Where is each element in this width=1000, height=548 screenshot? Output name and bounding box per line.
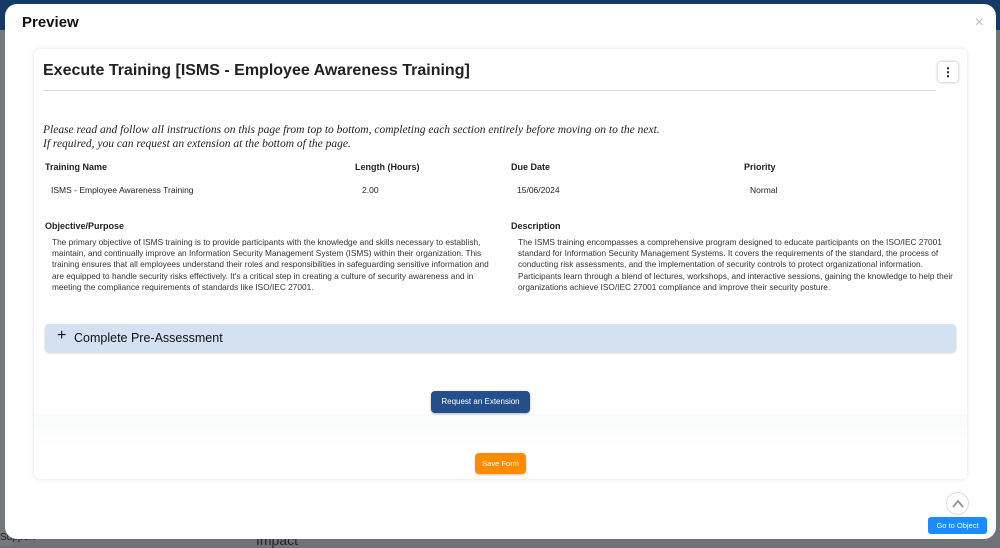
preview-modal: Preview × Execute Training [ISMS - Emplo… xyxy=(5,4,996,539)
training-name-value: ISMS - Employee Awareness Training xyxy=(51,185,194,195)
plus-icon: + xyxy=(57,327,67,344)
accordion-label: Complete Pre-Assessment xyxy=(74,331,223,345)
length-label: Length (Hours) xyxy=(355,162,420,172)
close-icon[interactable]: × xyxy=(975,14,984,32)
training-form-card: Execute Training [ISMS - Employee Awaren… xyxy=(34,49,967,479)
instruction-line: Please read and follow all instructions … xyxy=(43,124,660,136)
due-date-value: 15/06/2024 xyxy=(517,185,560,195)
divider xyxy=(43,90,936,91)
length-value: 2.00 xyxy=(362,185,379,195)
training-name-label: Training Name xyxy=(45,162,108,172)
scroll-to-top-button[interactable] xyxy=(946,492,969,515)
due-date-label: Due Date xyxy=(511,162,551,172)
instructions: Please read and follow all instructions … xyxy=(43,123,660,151)
description-text: The ISMS training encompasses a comprehe… xyxy=(518,237,953,292)
go-to-object-button[interactable]: Go to Object xyxy=(928,517,987,534)
objective-label: Objective/Purpose xyxy=(45,221,125,231)
save-form-button[interactable]: Save Form xyxy=(475,453,526,474)
footer-fade xyxy=(34,414,967,449)
pre-assessment-accordion[interactable]: + Complete Pre-Assessment xyxy=(45,324,956,352)
priority-label: Priority xyxy=(744,162,776,172)
objective-text: The primary objective of ISMS training i… xyxy=(52,237,489,292)
priority-value: Normal xyxy=(750,185,778,195)
form-title: Execute Training [ISMS - Employee Awaren… xyxy=(43,62,470,79)
instruction-line: If required, you can request an extensio… xyxy=(43,138,351,150)
request-extension-button[interactable]: Request an Extension xyxy=(431,391,530,413)
more-options-icon[interactable]: ⋮ xyxy=(938,62,958,82)
description-label: Description xyxy=(511,221,561,231)
modal-title: Preview xyxy=(22,14,79,31)
chevron-up-icon xyxy=(951,499,964,508)
